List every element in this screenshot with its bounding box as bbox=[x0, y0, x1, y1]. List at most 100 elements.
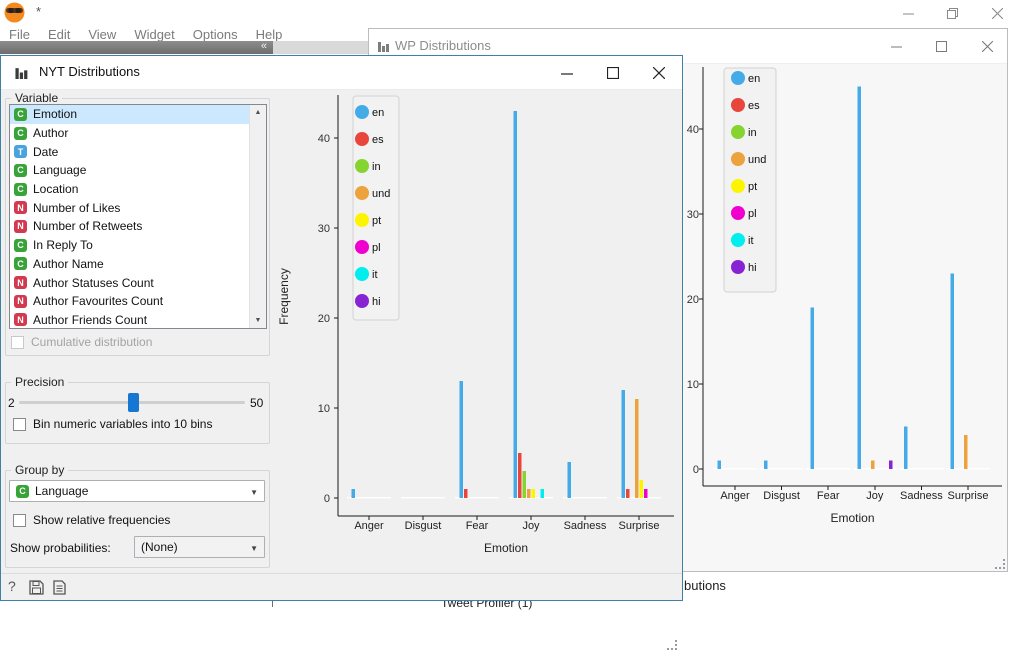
svg-text:in: in bbox=[372, 161, 381, 173]
nyt-distributions-chart: 0 10 20 30 40 Anger Disgust Fear Joy Sadness Surpr… bbox=[277, 95, 674, 555]
variable-item-number-of-retweets[interactable]: N Number of Retweets bbox=[10, 217, 266, 236]
precision-slider-handle[interactable] bbox=[128, 393, 139, 412]
variable-item-author-statuses-count[interactable]: N Author Statuses Count bbox=[10, 273, 266, 292]
svg-text:pt: pt bbox=[372, 215, 381, 227]
variable-item-label: Author Name bbox=[33, 256, 104, 271]
svg-text:en: en bbox=[748, 73, 760, 85]
minimize-icon bbox=[890, 46, 902, 47]
show-relative-frequencies-checkbox[interactable]: Show relative frequencies bbox=[13, 513, 170, 527]
variable-item-location[interactable]: C Location bbox=[10, 180, 266, 199]
maximize-icon bbox=[935, 40, 947, 52]
variable-item-label: Number of Likes bbox=[33, 200, 121, 215]
scroll-down-icon[interactable]: ▼ bbox=[250, 313, 266, 328]
precision-groupbox bbox=[5, 382, 270, 444]
categorical-type-icon: C bbox=[14, 182, 27, 196]
variable-item-author[interactable]: C Author bbox=[10, 124, 266, 143]
groupby-group-label: Group by bbox=[11, 463, 69, 477]
variable-item-label: Author Statuses Count bbox=[33, 275, 154, 290]
variable-group-label: Variable bbox=[11, 91, 63, 105]
bin-numeric-checkbox[interactable]: Bin numeric variables into 10 bins bbox=[13, 417, 212, 431]
chevron-down-icon: ▼ bbox=[250, 544, 258, 553]
scroll-up-icon[interactable]: ▲ bbox=[250, 105, 266, 120]
canvas-link-line bbox=[272, 601, 273, 607]
svg-text:Surprise: Surprise bbox=[619, 520, 660, 532]
variable-item-number-of-likes[interactable]: N Number of Likes bbox=[10, 198, 266, 217]
cumulative-distribution-checkbox: Cumulative distribution bbox=[11, 335, 152, 349]
variable-item-author-favourites-count[interactable]: N Author Favourites Count bbox=[10, 292, 266, 311]
variable-item-language[interactable]: C Language bbox=[10, 161, 266, 180]
menu-item-help[interactable]: Help bbox=[256, 27, 283, 42]
svg-text:Emotion: Emotion bbox=[830, 511, 874, 525]
groupby-combobox[interactable]: C Language ▼ bbox=[9, 480, 265, 502]
variable-item-author-name[interactable]: C Author Name bbox=[10, 255, 266, 274]
checkbox-icon[interactable] bbox=[13, 417, 26, 431]
svg-text:und: und bbox=[372, 188, 390, 200]
slider-min-label: 2 bbox=[8, 396, 15, 410]
svg-text:Anger: Anger bbox=[354, 520, 384, 532]
categorical-type-icon: C bbox=[14, 126, 27, 140]
minimize-icon bbox=[561, 73, 573, 75]
maximize-icon bbox=[607, 67, 619, 79]
restore-icon bbox=[946, 7, 958, 19]
wp-maximize-button[interactable] bbox=[924, 34, 958, 58]
svg-text:30: 30 bbox=[318, 223, 330, 235]
nyt-close-button[interactable] bbox=[642, 61, 676, 85]
background-window-clipped-text: butions bbox=[684, 578, 726, 593]
nyt-minimize-button[interactable] bbox=[550, 61, 584, 85]
variable-item-label: Date bbox=[33, 144, 59, 159]
svg-text:en: en bbox=[372, 107, 384, 119]
menu-item-file[interactable]: File bbox=[9, 27, 30, 42]
help-icon[interactable]: ? bbox=[8, 578, 16, 594]
categorical-type-icon: C bbox=[14, 238, 27, 252]
app-restore-button[interactable] bbox=[930, 0, 974, 26]
menu-item-edit[interactable]: Edit bbox=[48, 27, 70, 42]
numeric-type-icon: N bbox=[14, 313, 27, 327]
svg-text:hi: hi bbox=[372, 296, 381, 308]
svg-text:es: es bbox=[748, 100, 760, 112]
variable-item-label: Author Friends Count bbox=[33, 312, 148, 327]
svg-text:Fear: Fear bbox=[817, 490, 840, 502]
svg-text:in: in bbox=[748, 127, 757, 139]
variable-item-author-friends-count[interactable]: N Author Friends Count bbox=[10, 311, 266, 328]
variable-list[interactable]: C Emotion C Author T Date C Language C Location N N… bbox=[9, 104, 267, 329]
report-icon[interactable] bbox=[53, 580, 66, 595]
slider-max-label: 50 bbox=[250, 396, 264, 410]
show-probabilities-combobox[interactable]: (None) ▼ bbox=[134, 536, 265, 558]
wp-minimize-button[interactable] bbox=[879, 34, 913, 58]
variable-item-label: Number of Retweets bbox=[33, 219, 143, 234]
menu-item-options[interactable]: Options bbox=[193, 27, 238, 42]
collapse-button[interactable]: « bbox=[261, 40, 267, 52]
wp-close-button[interactable] bbox=[970, 34, 1004, 58]
variable-item-date[interactable]: T Date bbox=[10, 142, 266, 161]
categorical-type-icon: C bbox=[16, 484, 29, 498]
svg-text:Joy: Joy bbox=[522, 520, 540, 532]
save-icon[interactable] bbox=[29, 580, 44, 595]
wp-resize-grip[interactable] bbox=[995, 559, 1005, 569]
nyt-resize-grip[interactable] bbox=[667, 640, 677, 650]
checkbox-icon[interactable] bbox=[13, 513, 26, 527]
nyt-titlebar[interactable]: NYT Distributions bbox=[1, 56, 682, 90]
app-titlebar[interactable]: * bbox=[0, 0, 1009, 27]
svg-text:Disgust: Disgust bbox=[763, 490, 800, 502]
menu-item-view[interactable]: View bbox=[88, 27, 116, 42]
wp-distributions-chart: 0 10 20 30 40 Anger Disgust Fear Joy Sadness Surpr… bbox=[687, 67, 1002, 525]
nyt-maximize-button[interactable] bbox=[596, 61, 630, 85]
variable-item-emotion[interactable]: C Emotion bbox=[10, 105, 266, 124]
variable-item-in-reply-to[interactable]: C In Reply To bbox=[10, 236, 266, 255]
distributions-widget-icon bbox=[378, 42, 389, 52]
menu-item-widget[interactable]: Widget bbox=[134, 27, 174, 42]
svg-text:Emotion: Emotion bbox=[484, 541, 528, 555]
orange-logo-icon bbox=[4, 2, 25, 23]
app-close-button[interactable] bbox=[975, 0, 1009, 26]
close-icon bbox=[991, 7, 1003, 19]
bin-count-value[interactable]: 10 bbox=[174, 417, 187, 431]
show-probabilities-label: Show probabilities: bbox=[10, 541, 111, 555]
app-minimize-button[interactable] bbox=[886, 0, 930, 26]
numeric-type-icon: N bbox=[14, 276, 27, 290]
nyt-distributions-window: NYT Distributions Variable C Emotion C Auth… bbox=[0, 55, 683, 650]
svg-text:10: 10 bbox=[687, 379, 699, 391]
precision-group-label: Precision bbox=[11, 375, 69, 389]
categorical-type-icon: C bbox=[14, 257, 27, 271]
svg-text:40: 40 bbox=[687, 124, 699, 136]
variable-list-scrollbar[interactable]: ▲ ▼ bbox=[249, 105, 266, 328]
